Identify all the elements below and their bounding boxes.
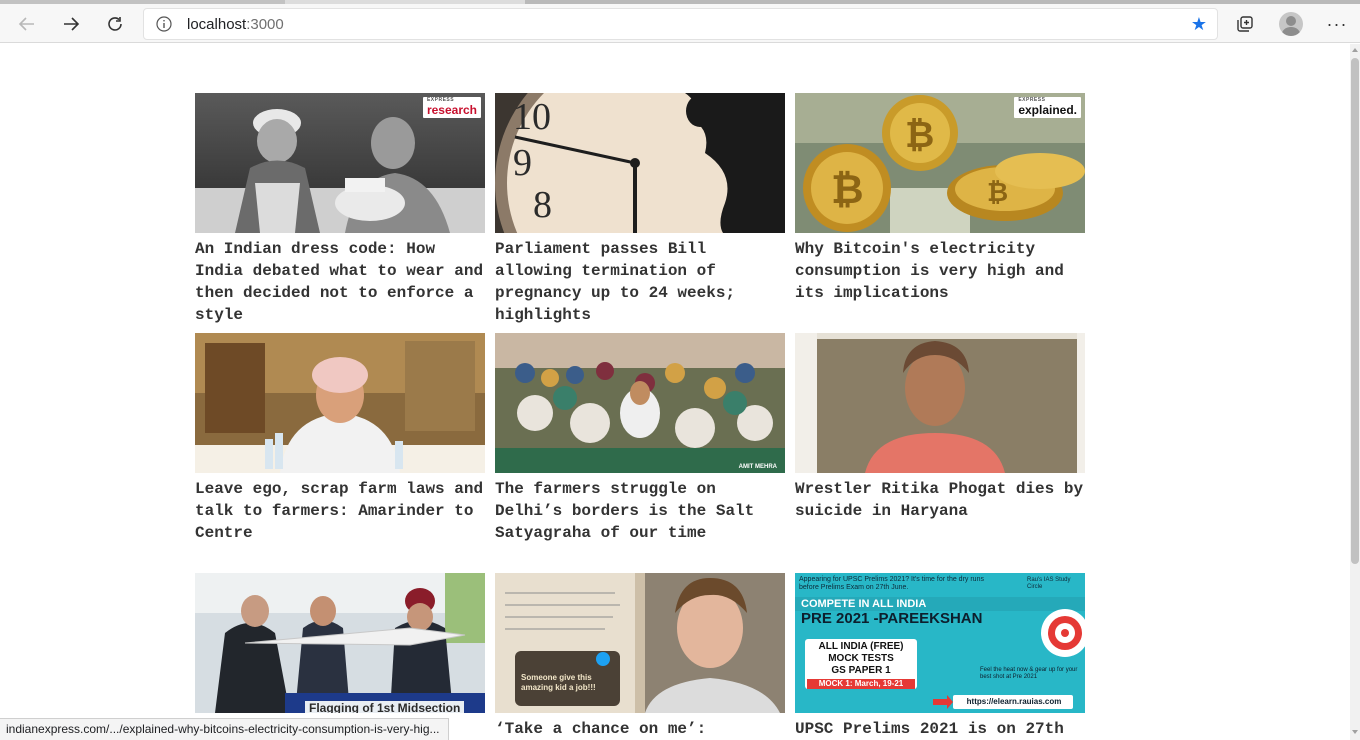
page-viewport: EXPRESS research An Indian dress code: Ho… <box>0 44 1350 740</box>
article-title[interactable]: An Indian dress code: How India debated … <box>195 238 485 326</box>
reload-icon <box>108 17 122 31</box>
url-host: localhost <box>187 16 247 33</box>
ad-cta: Feel the heat now & gear up for your bes… <box>980 667 1078 680</box>
forward-button[interactable] <box>56 9 86 39</box>
svg-text:₿: ₿ <box>905 114 934 155</box>
article-card[interactable]: EXPRESS research An Indian dress code: Ho… <box>195 93 485 326</box>
status-bar-url: indianexpress.com/.../explained-why-bitc… <box>0 718 449 740</box>
article-image[interactable] <box>195 333 485 473</box>
svg-text:₿: ₿ <box>987 177 1008 207</box>
article-title[interactable]: Wrestler Ritika Phogat dies by suicide i… <box>795 478 1085 522</box>
arrow-right-icon <box>64 17 80 31</box>
image-caption: Flagging of 1st Midsection <box>305 701 465 713</box>
ad-box1: ALL INDIA (FREE) <box>818 641 904 652</box>
ad-top-text: Appearing for UPSC Prelims 2021? It's ti… <box>799 576 984 591</box>
reload-button[interactable] <box>100 9 130 39</box>
svg-text:8: 8 <box>533 184 552 226</box>
article-card[interactable]: Wrestler Ritika Phogat dies by suicide i… <box>795 333 1085 522</box>
article-title[interactable]: Why Bitcoin's electricity consumption is… <box>795 238 1085 304</box>
article-card[interactable]: AMIT MEHRA The farmers struggle on Delhi… <box>495 333 785 544</box>
arrow-left-icon <box>18 17 34 31</box>
article-title[interactable]: UPSC Prelims 2021 is on 27th <box>795 718 1085 740</box>
article-title[interactable]: Parliament passes Bill allowing terminat… <box>495 238 785 326</box>
scroll-down-arrow[interactable] <box>1352 730 1358 734</box>
article-card[interactable]: Leave ego, scrap farm laws and talk to f… <box>195 333 485 544</box>
article-title[interactable]: ‘Take a chance on me’: <box>495 718 785 740</box>
article-image[interactable]: ₿ ₿ ₿ EXPRESS explained. <box>795 93 1085 233</box>
article-image[interactable]: AMIT MEHRA <box>495 333 785 473</box>
scroll-up-arrow[interactable] <box>1352 48 1358 52</box>
avatar-icon[interactable] <box>1279 12 1303 36</box>
ad-box2: MOCK TESTS <box>828 653 894 664</box>
ad-line2: PRE 2021 -PAREEKSHAN <box>801 610 983 627</box>
photo-credit: AMIT MEHRA <box>738 464 777 470</box>
article-title[interactable]: Leave ego, scrap farm laws and talk to f… <box>195 478 485 544</box>
ad-banner[interactable]: Appearing for UPSC Prelims 2021? It's ti… <box>795 573 1085 713</box>
more-icon[interactable]: ··· <box>1325 12 1349 36</box>
url-text[interactable]: localhost:3000 <box>187 16 284 33</box>
article-card[interactable]: 10 9 8 3 Parliament passes Bill allowing… <box>495 93 785 326</box>
badge-text: research <box>426 103 477 117</box>
article-image[interactable]: Flagging of 1st Midsection <box>195 573 485 713</box>
page-scrollbar[interactable] <box>1350 44 1360 740</box>
article-image[interactable] <box>795 333 1085 473</box>
ad-url[interactable]: https://elearn.rauias.com <box>955 697 1073 707</box>
ad-mock: MOCK 1: March, 19-21 <box>818 679 904 688</box>
article-card[interactable]: Flagging of 1st Midsection <box>195 573 485 718</box>
article-image[interactable]: EXPRESS research <box>195 93 485 233</box>
svg-text:10: 10 <box>513 96 551 138</box>
svg-text:₿: ₿ <box>831 168 864 212</box>
article-card[interactable]: Appearing for UPSC Prelims 2021? It's ti… <box>795 573 1085 740</box>
article-card[interactable]: Someone give this amazing kid a job!!! ‘… <box>495 573 785 740</box>
article-image[interactable]: Someone give this amazing kid a job!!! <box>495 573 785 713</box>
scrollbar-thumb[interactable] <box>1351 58 1359 564</box>
tweet-text: Someone give this amazing kid a job!!! <box>521 673 596 692</box>
svg-text:9: 9 <box>513 142 532 184</box>
info-icon[interactable] <box>156 16 172 37</box>
ad-box3: GS PAPER 1 <box>831 665 891 676</box>
badge-text: explained. <box>1018 103 1077 117</box>
article-card[interactable]: ₿ ₿ ₿ EXPRESS explained. Why Bitcoin's el… <box>795 93 1085 304</box>
express-explained-badge: EXPRESS explained. <box>1014 97 1081 118</box>
url-port: :3000 <box>246 16 284 33</box>
address-bar[interactable]: localhost:3000 ★ <box>143 8 1218 40</box>
star-icon[interactable]: ★ <box>1191 15 1207 33</box>
back-button[interactable] <box>12 9 42 39</box>
browser-toolbar: localhost:3000 ★ ··· <box>0 4 1360 43</box>
collections-icon[interactable] <box>1233 12 1257 36</box>
article-title[interactable]: The farmers struggle on Delhi’s borders … <box>495 478 785 544</box>
express-research-badge: EXPRESS research <box>422 97 481 118</box>
ad-brand: Rau's IAS Study Circle <box>1027 577 1071 590</box>
article-image[interactable]: 10 9 8 3 <box>495 93 785 233</box>
ad-line1: COMPETE IN ALL INDIA <box>801 598 927 610</box>
